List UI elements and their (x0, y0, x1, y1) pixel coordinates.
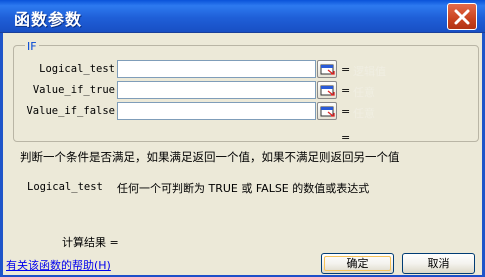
logical-test-input[interactable] (117, 60, 316, 78)
argument-description-name: Logical_test (27, 181, 103, 193)
function-name-label: IF (25, 40, 39, 53)
logical-test-ref-button[interactable] (317, 60, 337, 78)
value-if-true-input[interactable] (117, 81, 316, 99)
cancel-button[interactable]: 取消 (402, 253, 475, 274)
ok-button[interactable]: 确定 (321, 253, 394, 274)
value-if-false-result: 任意 (353, 107, 375, 120)
value-if-false-input[interactable] (117, 102, 316, 120)
function-arguments-dialog: 函数参数 IF Logical_test = 逻辑值 Value_if_true (0, 0, 485, 277)
equals-sign: = (341, 63, 351, 76)
equals-sign: = (341, 84, 351, 97)
title-bar[interactable]: 函数参数 (0, 0, 485, 33)
arg-label-value-if-true: Value_if_true (32, 84, 115, 96)
close-button[interactable] (447, 3, 477, 30)
collapse-dialog-icon (320, 64, 335, 75)
value-if-true-ref-button[interactable] (317, 81, 337, 99)
function-help-link[interactable]: 有关该函数的帮助(H) (6, 257, 111, 273)
value-if-true-result: 任意 (353, 86, 375, 99)
arg-label-value-if-false: Value_if_false (26, 105, 115, 117)
dialog-title: 函数参数 (14, 10, 83, 29)
arg-label-logical-test: Logical_test (39, 63, 115, 75)
formula-result-equals: = (341, 131, 351, 144)
collapse-dialog-icon (320, 106, 335, 117)
value-if-false-ref-button[interactable] (317, 102, 337, 120)
equals-sign: = (341, 105, 351, 118)
logical-test-result: 逻辑值 (353, 65, 386, 78)
dialog-body: IF Logical_test = 逻辑值 Value_if_true = 任意… (3, 33, 482, 275)
argument-description-text: 任何一个可判断为 TRUE 或 FALSE 的数值或表达式 (117, 182, 370, 195)
calculation-result-label: 计算结果 = (62, 236, 119, 249)
collapse-dialog-icon (320, 85, 335, 96)
function-description: 判断一个条件是否满足，如果满足返回一个值，如果不满足则返回另一个值 (20, 150, 400, 164)
close-icon (454, 9, 470, 25)
